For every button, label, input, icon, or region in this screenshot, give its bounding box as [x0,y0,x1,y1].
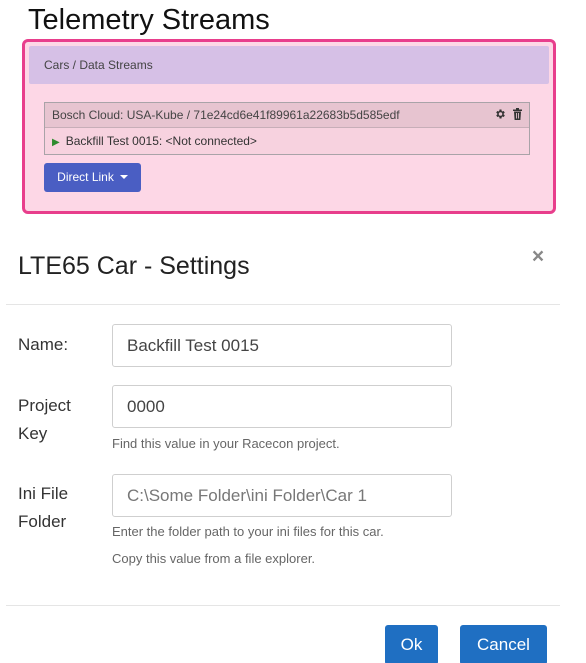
page-title: Telemetry Streams [28,4,270,36]
stream-title: Bosch Cloud: USA-Kube / 71e24cd6e41f8996… [52,108,400,122]
trash-icon[interactable] [512,108,523,120]
caret-down-icon [119,175,128,179]
play-icon: ▶ [52,137,60,148]
stream-actions [494,108,523,120]
gear-icon[interactable] [494,108,506,120]
project-key-help: Find this value in your Racecon project. [112,436,340,451]
ini-folder-input[interactable] [112,474,452,517]
streams-panel: Cars / Data Streams Bosch Cloud: USA-Kub… [22,39,556,214]
close-icon[interactable]: × [528,246,548,267]
direct-link-label: Direct Link [57,170,114,184]
name-input[interactable] [112,324,452,367]
modal-title: LTE65 Car - Settings [18,252,250,280]
breadcrumb: Cars / Data Streams [29,46,549,84]
ini-folder-help-2: Copy this value from a file explorer. [112,551,316,566]
ini-folder-label-line1: Ini File [18,484,69,503]
name-label: Name: [18,335,69,354]
project-key-input[interactable] [112,385,452,428]
project-key-label-line1: Project [18,396,71,415]
stream-item-label: Backfill Test 0015: <Not connected> [65,134,257,148]
ini-folder-help: Enter the folder path to your ini files … [112,524,384,539]
cancel-button[interactable]: Cancel [460,625,547,663]
modal-footer-divider [6,605,560,606]
stream-card: Bosch Cloud: USA-Kube / 71e24cd6e41f8996… [44,102,530,155]
ini-folder-label-line2: Folder [18,512,67,531]
stream-title-bar: Bosch Cloud: USA-Kube / 71e24cd6e41f8996… [45,103,529,128]
modal-header-divider [6,304,560,305]
ok-button[interactable]: Ok [385,625,438,663]
direct-link-dropdown-button[interactable]: Direct Link [44,163,141,192]
project-key-label-line2: Key [18,424,48,443]
stream-item[interactable]: ▶ Backfill Test 0015: <Not connected> [52,128,257,155]
